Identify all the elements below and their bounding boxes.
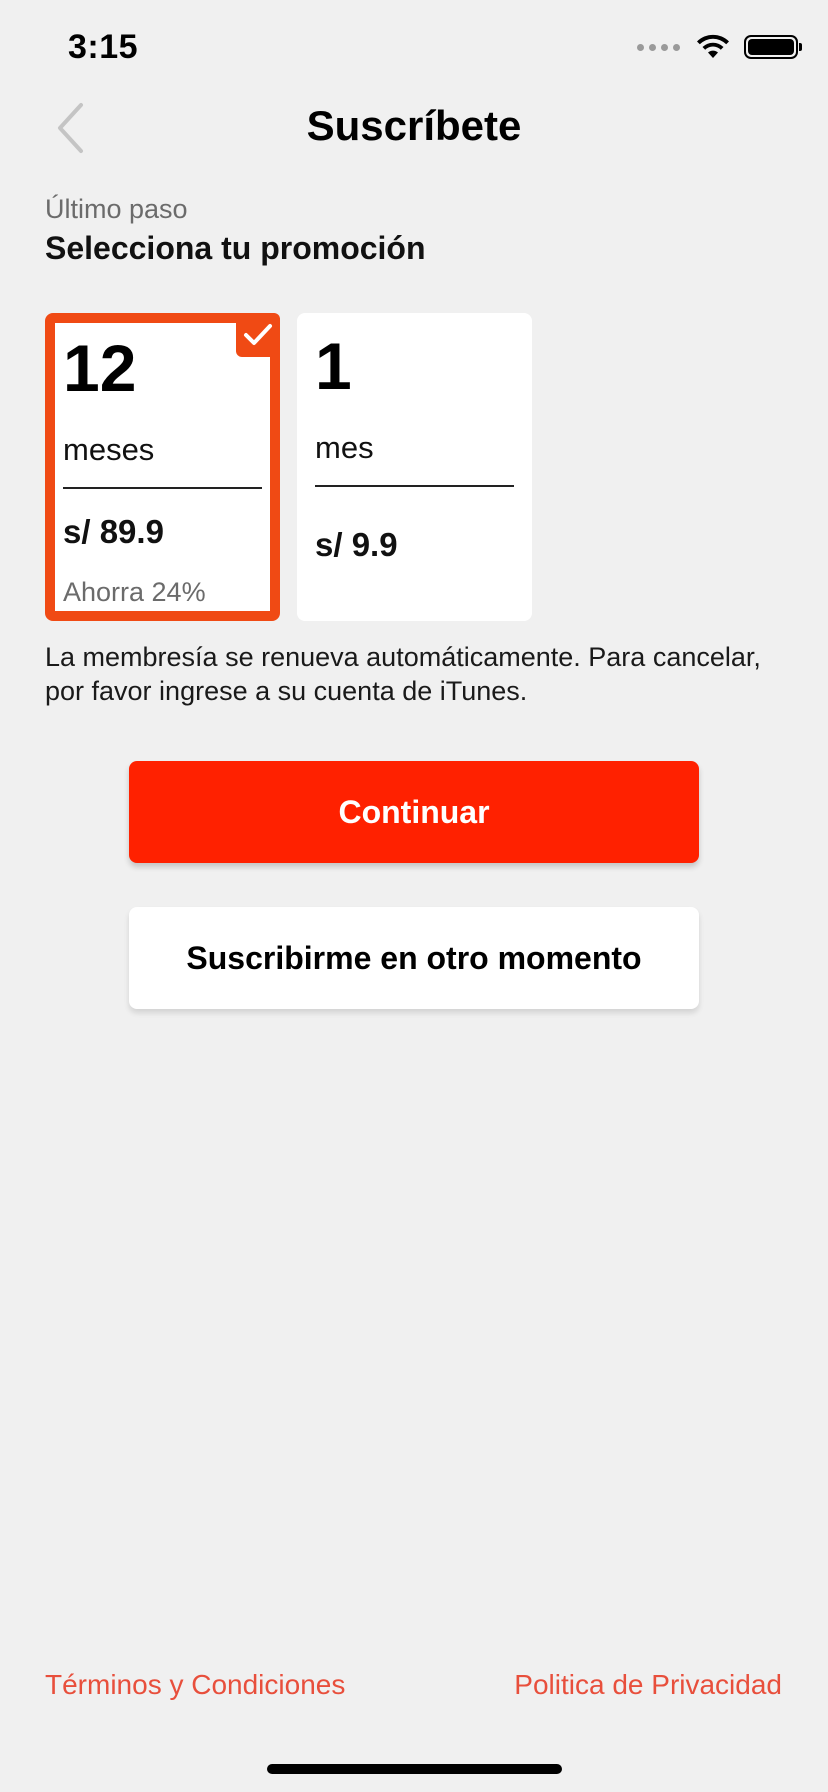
selected-badge — [236, 313, 280, 357]
membership-note: La membresía se renueva automáticamente.… — [45, 642, 761, 706]
checkmark-icon — [244, 324, 272, 345]
plan-card-12-months[interactable]: 12 meses s/ 89.9 Ahorra 24% — [45, 313, 280, 621]
plan-card-1-month[interactable]: 1 mes s/ 9.9 — [297, 313, 532, 621]
home-indicator — [267, 1764, 562, 1774]
plan-saving: Ahorra 24% — [63, 577, 206, 607]
step-label: Último paso — [45, 194, 188, 224]
wifi-icon — [697, 34, 729, 58]
continue-button[interactable]: Continuar — [129, 761, 699, 863]
plan-price: s/ 89.9 — [63, 513, 164, 550]
subscribe-later-button[interactable]: Suscribirme en otro momento — [129, 907, 699, 1009]
battery-icon — [744, 35, 802, 59]
plan-duration-unit: mes — [315, 430, 374, 465]
privacy-link[interactable]: Politica de Privacidad — [514, 1669, 782, 1701]
plan-price: s/ 9.9 — [315, 526, 398, 563]
plan-duration-unit: meses — [63, 432, 155, 467]
step-title: Selecciona tu promoción — [45, 230, 426, 266]
plan-divider — [315, 485, 514, 487]
status-icons — [637, 34, 802, 60]
plan-duration-number: 1 — [315, 329, 352, 403]
status-time: 3:15 — [68, 28, 139, 66]
plan-duration-number: 12 — [63, 331, 137, 405]
plan-divider — [63, 487, 262, 489]
signal-icon — [637, 43, 680, 51]
status-bar: 3:15 — [0, 0, 828, 90]
terms-link[interactable]: Términos y Condiciones — [45, 1669, 345, 1701]
page-title: Suscríbete — [306, 102, 522, 149]
nav-bar: Suscríbete — [0, 92, 828, 172]
